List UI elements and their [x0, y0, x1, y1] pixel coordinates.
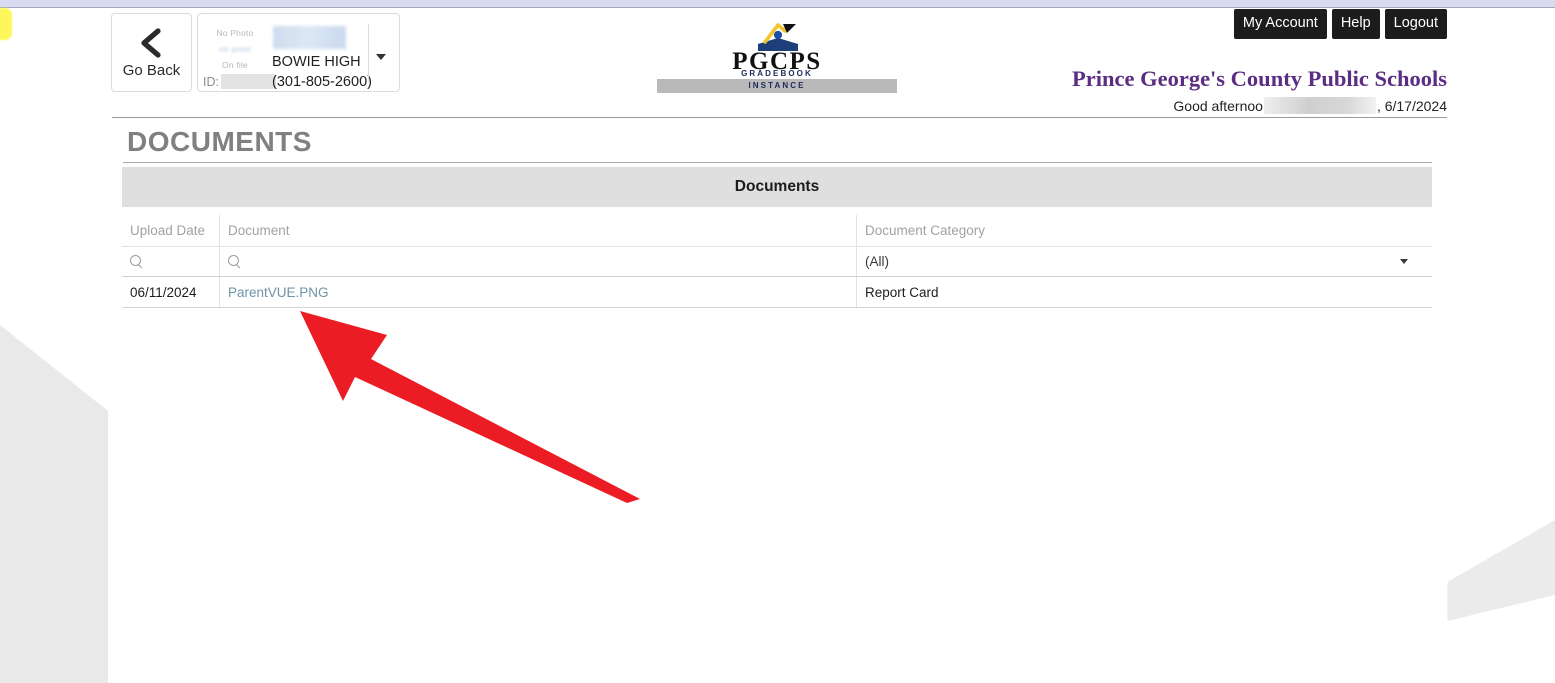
- column-header-document-category[interactable]: Document Category: [856, 215, 1432, 246]
- chevron-down-icon[interactable]: [376, 54, 386, 60]
- student-photo-placeholder: No Photo on point On file: [210, 25, 260, 80]
- greeting-name-redacted: [1263, 97, 1376, 114]
- pgcps-logo: PGCPS GRADEBOOK INSTANCE: [657, 20, 897, 93]
- logo-subtitle-line-1: GRADEBOOK: [741, 69, 813, 78]
- logout-button[interactable]: Logout: [1384, 9, 1447, 39]
- student-id-redacted: [220, 74, 276, 89]
- search-icon[interactable]: [228, 254, 242, 269]
- top-nav-buttons: My Account Help Logout: [1233, 9, 1447, 39]
- red-pointer-arrow: [300, 311, 640, 503]
- column-header-document[interactable]: Document: [219, 215, 856, 246]
- student-selector-card[interactable]: No Photo on point On file ID: BOWIE HIGH…: [197, 13, 400, 92]
- go-back-button[interactable]: Go Back: [111, 13, 192, 92]
- my-account-button[interactable]: My Account: [1233, 9, 1327, 39]
- document-category-dropdown[interactable]: (All): [865, 254, 1424, 269]
- photo-placeholder-line-1: No Photo: [216, 28, 254, 38]
- cell-upload-date: 06/11/2024: [130, 284, 197, 300]
- background-wedge-left: [0, 325, 108, 683]
- district-title: Prince George's County Public Schools: [1072, 66, 1447, 91]
- panel-title: Documents: [734, 178, 820, 195]
- yellow-highlight-artifact: [0, 8, 12, 40]
- cell-document-category: Report Card: [856, 277, 1432, 307]
- card-divider: [368, 24, 369, 82]
- student-school-phone: (301-805-2600): [272, 74, 372, 90]
- chevron-left-icon: [140, 28, 161, 58]
- student-school: BOWIE HIGH: [272, 54, 361, 70]
- grid-header-row: Upload Date Document Document Category: [122, 215, 1432, 247]
- page-title: DOCUMENTS: [127, 126, 312, 157]
- help-button[interactable]: Help: [1331, 9, 1380, 39]
- photo-placeholder-line-3: On file: [222, 60, 248, 71]
- title-divider: [123, 162, 1432, 163]
- chevron-down-icon[interactable]: [1400, 259, 1408, 264]
- cell-document: ParentVUE.PNG: [219, 277, 856, 307]
- student-id-label: ID:: [203, 75, 219, 89]
- filter-upload-date[interactable]: [122, 247, 219, 276]
- filter-document[interactable]: [219, 247, 856, 276]
- greeting-prefix: Good afternoo: [1173, 97, 1263, 114]
- go-back-label: Go Back: [122, 62, 181, 79]
- student-name-redacted: [273, 26, 346, 49]
- grid-filter-row: (All): [122, 247, 1432, 277]
- document-category-value: (All): [865, 254, 889, 269]
- documents-grid: Upload Date Document Document Category (…: [122, 215, 1432, 308]
- table-row[interactable]: 06/11/2024 ParentVUE.PNG Report Card: [122, 277, 1432, 307]
- background-wedge-right: [1447, 520, 1555, 622]
- page-root: My Account Help Logout Go Back No Photo …: [0, 0, 1555, 683]
- filter-document-category[interactable]: (All): [856, 247, 1432, 276]
- header-divider: [112, 117, 1447, 118]
- search-icon[interactable]: [130, 254, 144, 269]
- greeting-suffix: , 6/17/2024: [1376, 97, 1447, 114]
- greeting-line: Good afternoo , 6/17/2024: [1173, 97, 1447, 114]
- student-id-line: ID:: [203, 74, 276, 89]
- logo-subtitle-line-2: INSTANCE: [657, 79, 897, 93]
- photo-placeholder-line-2: on point: [219, 44, 251, 55]
- documents-panel-header: Documents: [122, 167, 1432, 207]
- document-link[interactable]: ParentVUE.PNG: [228, 285, 329, 300]
- top-accent-strip: [0, 0, 1555, 8]
- column-header-upload-date[interactable]: Upload Date: [122, 215, 219, 246]
